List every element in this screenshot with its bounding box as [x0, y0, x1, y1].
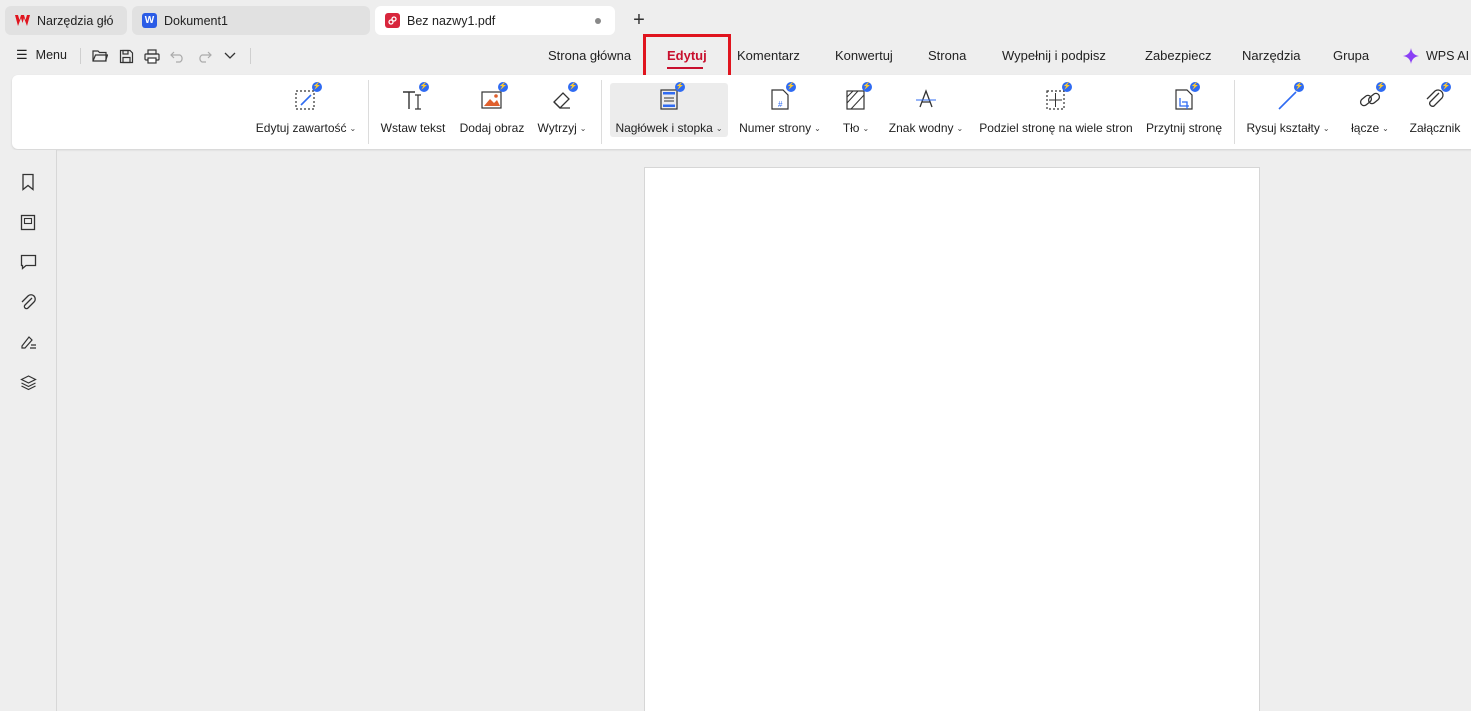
tool-label: Edytuj zawartość	[255, 121, 347, 135]
watermark-icon	[912, 85, 940, 113]
watermark-button[interactable]: Znak wodny ⌄	[886, 83, 966, 137]
tab-komentarz[interactable]: Komentarz	[737, 48, 800, 63]
pdf-doc-icon	[385, 13, 400, 28]
divider	[80, 48, 81, 64]
tool-label: Podziel stronę na wiele stron	[979, 121, 1133, 135]
edit-content-button[interactable]: ⚡ Edytuj zawartość ⌄	[255, 82, 356, 137]
left-sidebar	[0, 150, 57, 711]
tool-label: Rysuj kształty	[1246, 121, 1320, 135]
open-folder-icon[interactable]	[90, 46, 110, 66]
link-icon: ⚡	[1356, 82, 1386, 113]
insert-text-icon: ⚡	[399, 82, 429, 113]
divider	[250, 48, 251, 64]
add-image-icon: ⚡	[478, 82, 508, 113]
tool-label: Nagłówek i stopka	[615, 121, 713, 135]
tool-label: Tło	[842, 121, 860, 135]
undo-icon[interactable]	[168, 46, 188, 66]
sparkle-icon	[1403, 48, 1419, 64]
ribbon-toolbar: ⚡ Edytuj zawartość ⌄ ⚡ Wstaw tekst ⚡ Doda…	[12, 75, 1471, 149]
print-icon[interactable]	[142, 46, 162, 66]
word-doc-icon: W	[142, 13, 157, 28]
tab-label: Bez nazwy1.pdf	[407, 13, 496, 28]
tab-dokument1[interactable]: W Dokument1	[132, 6, 370, 35]
tab-bar: Narzędzia głó W Dokument1 Bez nazwy1.pdf…	[0, 0, 1471, 40]
hamburger-icon: ☰	[16, 47, 28, 62]
tab-label: Dokument1	[164, 13, 228, 28]
tab-grupa[interactable]: Grupa	[1333, 48, 1369, 63]
page-number-button[interactable]: # ⚡ Numer strony ⌄	[736, 82, 824, 137]
menu-button[interactable]: ☰ Menu	[16, 47, 67, 63]
layers-icon[interactable]	[18, 372, 38, 392]
attachment-button[interactable]: ⚡ Załącznik	[1402, 82, 1468, 137]
tab-label: Narzędzia głó	[37, 13, 114, 28]
tab-bez-nazwy1-pdf[interactable]: Bez nazwy1.pdf	[375, 6, 615, 35]
header-footer-icon: ⚡	[655, 82, 685, 113]
comment-icon[interactable]	[18, 252, 38, 272]
svg-text:#: #	[778, 100, 783, 109]
tab-zabezpiecz[interactable]: Zabezpiecz	[1145, 48, 1211, 63]
thumbnail-icon[interactable]	[18, 212, 38, 232]
header-footer-button[interactable]: ⚡ Nagłówek i stopka ⌄	[610, 82, 728, 137]
pdf-page[interactable]	[644, 167, 1260, 711]
tool-label: łącze	[1351, 121, 1380, 135]
menu-row: ☰ Menu Strona główna Edytuj Komentarz Ko…	[0, 40, 1471, 72]
tool-label: Znak wodny	[888, 121, 954, 135]
wps-ai-button[interactable]: WPS AI	[1402, 47, 1469, 65]
unsaved-dot-icon[interactable]	[595, 18, 601, 24]
save-icon[interactable]	[116, 46, 136, 66]
add-image-button[interactable]: ⚡ Dodaj obraz	[458, 82, 526, 137]
eraser-button[interactable]: ⚡ Wytrzyj ⌄	[534, 82, 590, 137]
crop-page-button[interactable]: ⚡ Przytnij stronę	[1144, 82, 1224, 137]
divider	[368, 80, 369, 144]
new-tab-button[interactable]: +	[629, 9, 649, 31]
background-button[interactable]: ⚡ Tło ⌄	[838, 82, 874, 137]
menu-label: Menu	[35, 48, 67, 62]
draw-shapes-button[interactable]: ⚡ Rysuj kształty ⌄	[1244, 82, 1332, 137]
tab-wypelnij-i-podpisz[interactable]: Wypełnij i podpisz	[1002, 48, 1106, 63]
attachment-icon: ⚡	[1421, 82, 1451, 113]
attachment-icon[interactable]	[18, 292, 38, 312]
wps-ai-label: WPS AI	[1426, 49, 1470, 63]
draw-shapes-icon: ⚡	[1274, 82, 1304, 113]
tab-strona[interactable]: Strona	[928, 48, 966, 63]
signature-icon[interactable]	[18, 332, 38, 352]
chevron-down-icon[interactable]	[220, 46, 240, 66]
tool-label: Numer strony	[739, 121, 812, 135]
split-page-button[interactable]: ⚡ Podziel stronę na wiele stron	[978, 82, 1134, 137]
tab-narzedzia[interactable]: Narzędzia	[1242, 48, 1301, 63]
tool-label: Wytrzyj	[537, 121, 577, 135]
tab-strona-glowna[interactable]: Strona główna	[548, 48, 631, 63]
tool-label: Dodaj obraz	[459, 121, 525, 135]
tab-wps-tools[interactable]: Narzędzia głó	[5, 6, 127, 35]
tool-label: Przytnij stronę	[1145, 121, 1223, 135]
split-page-icon: ⚡	[1042, 82, 1072, 113]
crop-page-icon: ⚡	[1170, 82, 1200, 113]
page-number-icon: # ⚡	[766, 82, 796, 113]
tool-label: Załącznik	[1409, 121, 1461, 135]
wps-logo-icon	[15, 13, 30, 28]
divider	[601, 80, 602, 144]
link-button[interactable]: ⚡ łącze ⌄	[1348, 82, 1392, 137]
tab-konwertuj[interactable]: Konwertuj	[835, 48, 893, 63]
redo-icon[interactable]	[194, 46, 214, 66]
divider	[1234, 80, 1235, 144]
eraser-icon: ⚡	[548, 82, 578, 113]
edit-content-icon: ⚡	[292, 82, 322, 113]
bookmark-icon[interactable]	[18, 172, 38, 192]
tool-label: Wstaw tekst	[380, 121, 446, 135]
background-icon: ⚡	[842, 82, 872, 113]
insert-text-button[interactable]: ⚡ Wstaw tekst	[380, 82, 446, 137]
